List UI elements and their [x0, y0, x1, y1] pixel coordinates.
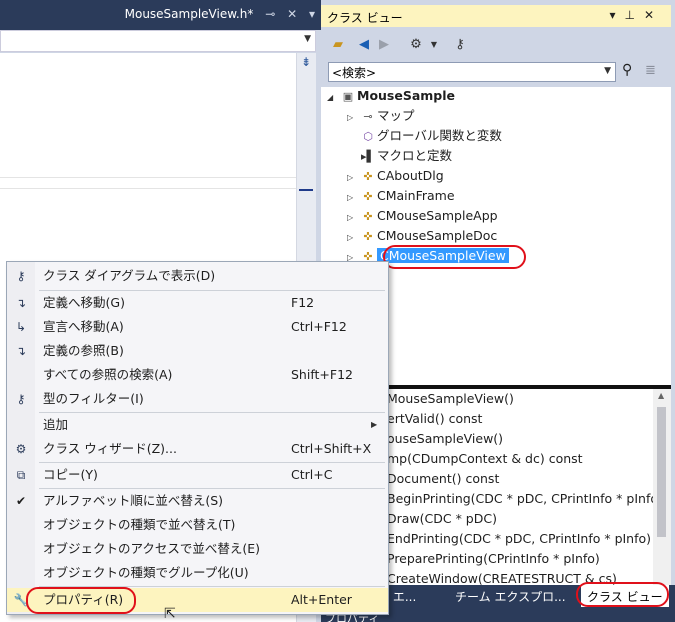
- menu-item-find-all-references[interactable]: すべての参照の検索(A) Shift+F12: [7, 363, 388, 387]
- tree-item-globals[interactable]: ⬡ グローバル関数と変数: [347, 127, 502, 145]
- editor-tab-title[interactable]: MouseSampleView.h*: [125, 7, 254, 21]
- menu-item-type-filter[interactable]: ⚷ 型のフィルター(I): [7, 387, 388, 411]
- search-icon[interactable]: ⚲: [622, 62, 632, 78]
- chevron-down-icon[interactable]: ▾: [309, 7, 315, 21]
- close-icon[interactable]: ✕: [644, 8, 663, 22]
- class-wizard-icon: ⚙: [15, 442, 27, 456]
- copy-icon: ⧉: [16, 468, 26, 482]
- mouse-cursor-icon: ⇱: [164, 606, 176, 622]
- pin-icon[interactable]: ⊥: [624, 8, 643, 22]
- class-view-titlebar: クラス ビュー ▾⊥✕: [321, 5, 671, 27]
- checkmark-icon: ✔: [15, 494, 27, 508]
- key-icon: ⊸: [363, 110, 373, 123]
- menu-item-class-wizard[interactable]: ⚙ クラス ウィザード(Z)... Ctrl+Shift+X: [7, 437, 388, 461]
- go-to-declaration-icon: ↳: [15, 320, 27, 334]
- menu-item-go-to-definition[interactable]: ↴ 定義へ移動(G) F12: [7, 291, 388, 315]
- titlebar-buttons: ▾⊥✕: [609, 8, 663, 22]
- collapse-arrow-icon[interactable]: ◢: [327, 89, 339, 107]
- editor-tab-bar: MouseSampleView.h* ⊸ ✕ ▾: [0, 0, 321, 30]
- expand-arrow-icon[interactable]: ▷: [347, 209, 359, 227]
- member-item[interactable]: Draw(CDC * pDC): [387, 509, 497, 529]
- menu-item-browse-definition[interactable]: ↴ 定義の参照(B): [7, 339, 388, 363]
- settings-icon[interactable]: ⚙: [407, 36, 425, 54]
- class-icon: ✜: [363, 170, 373, 183]
- split-window-icon[interactable]: ⇟: [299, 55, 313, 69]
- scroll-up-icon[interactable]: ▲: [658, 391, 664, 400]
- navigation-bar[interactable]: ▼: [0, 30, 316, 52]
- member-item[interactable]: BeginPrinting(CDC * pDC, CPrintInfo * pI…: [387, 489, 663, 509]
- expand-arrow-icon[interactable]: ▷: [347, 189, 359, 207]
- class-view-title: クラス ビュー: [327, 11, 403, 25]
- menu-item-copy[interactable]: ⧉ コピー(Y) Ctrl+C: [7, 463, 388, 487]
- member-item[interactable]: EndPrinting(CDC * pDC, CPrintInfo * pInf…: [387, 529, 651, 549]
- type-filter-icon: ⚷: [16, 392, 26, 406]
- menu-item-group-by-type[interactable]: オブジェクトの種類でグループ化(U): [7, 561, 388, 585]
- tree-item-macros[interactable]: ▸▌ マクロと定数: [347, 147, 452, 165]
- close-icon[interactable]: ✕: [287, 7, 297, 21]
- menu-item-sort-by-access[interactable]: オブジェクトのアクセスで並べ替え(E): [7, 537, 388, 561]
- class-icon: ✜: [363, 210, 373, 223]
- member-item[interactable]: ouseSampleView(): [387, 429, 503, 449]
- class-diagram-icon: ⚷: [16, 269, 26, 283]
- go-to-definition-icon: ↴: [15, 296, 27, 310]
- expand-arrow-icon[interactable]: ▷: [347, 169, 359, 187]
- browse-definition-icon: ↴: [15, 344, 27, 358]
- tab-team-explorer[interactable]: チーム エクスプロ...: [455, 588, 566, 605]
- current-line-highlight: [0, 177, 296, 189]
- member-item[interactable]: ertValid() const: [387, 409, 482, 429]
- menu-item-class-diagram[interactable]: ⚷ クラス ダイアグラムで表示(D): [7, 264, 388, 288]
- menu-item-add[interactable]: 追加 ▶: [7, 413, 388, 437]
- submenu-arrow-icon: ▶: [371, 420, 378, 429]
- cube-icon: ⬡: [363, 130, 373, 143]
- tree-item-class[interactable]: ▷ ✜ CMainFrame: [347, 187, 455, 205]
- member-item[interactable]: Document() const: [387, 469, 499, 489]
- search-settings-icon[interactable]: ≣: [645, 63, 656, 78]
- members-scrollbar[interactable]: ▲: [653, 389, 671, 585]
- chevron-down-icon[interactable]: ▼: [604, 66, 611, 76]
- class-icon: ✜: [363, 190, 373, 203]
- tree-item-class[interactable]: ▷ ✜ CAboutDlg: [347, 167, 444, 185]
- expand-arrow-icon[interactable]: ▷: [347, 109, 359, 127]
- class-icon: ✜: [363, 230, 373, 243]
- highlight-annotation: [26, 587, 136, 614]
- menu-item-go-to-declaration[interactable]: ↳ 宣言へ移動(A) Ctrl+F12: [7, 315, 388, 339]
- class-diagram-icon[interactable]: ⚷: [451, 36, 469, 54]
- chevron-down-icon[interactable]: ▼: [304, 34, 311, 44]
- menu-item-sort-alphabetically[interactable]: ✔ アルファベット順に並べ替え(S): [7, 489, 388, 513]
- highlight-annotation: [383, 245, 526, 269]
- back-icon[interactable]: ◀: [355, 36, 373, 54]
- member-item[interactable]: PreparePrinting(CPrintInfo * pInfo): [387, 549, 600, 569]
- search-input[interactable]: [329, 63, 599, 81]
- scroll-position-marker: [299, 189, 313, 191]
- menu-item-sort-by-type[interactable]: オブジェクトの種類で並べ替え(T): [7, 513, 388, 537]
- scroll-thumb[interactable]: [657, 407, 666, 537]
- expand-arrow-icon[interactable]: ▷: [347, 229, 359, 247]
- new-folder-icon[interactable]: ▰: [329, 36, 347, 54]
- chevron-down-icon[interactable]: ▾: [609, 8, 624, 22]
- member-item[interactable]: mp(CDumpContext & dc) const: [387, 449, 583, 469]
- class-view-search[interactable]: ▼: [328, 62, 616, 82]
- member-item[interactable]: MouseSampleView(): [387, 389, 514, 409]
- tree-item-class[interactable]: ▷ ✜ CMouseSampleApp: [347, 207, 498, 225]
- editor-tab[interactable]: MouseSampleView.h* ⊸ ✕ ▾: [125, 7, 315, 21]
- project-icon: ▣: [342, 90, 354, 103]
- tree-item-maps[interactable]: ▷ ⊸ マップ: [347, 107, 415, 125]
- chevron-down-icon[interactable]: ▼: [425, 36, 443, 54]
- forward-icon[interactable]: ▶: [375, 36, 393, 54]
- highlight-annotation: [576, 582, 669, 607]
- pin-icon[interactable]: ⊸: [265, 7, 275, 21]
- tree-item-class[interactable]: ▷ ✜ CMouseSampleDoc: [347, 227, 497, 245]
- tree-item-project[interactable]: ◢ ▣ MouseSample: [327, 87, 455, 105]
- context-menu: ⚷ クラス ダイアグラムで表示(D) ↴ 定義へ移動(G) F12 ↳ 宣言へ移…: [6, 261, 389, 615]
- class-view-toolbar: ▰ ◀ ▶ ⚙ ▼ ⚷: [321, 32, 671, 58]
- macro-icon: ▸▌: [361, 150, 375, 163]
